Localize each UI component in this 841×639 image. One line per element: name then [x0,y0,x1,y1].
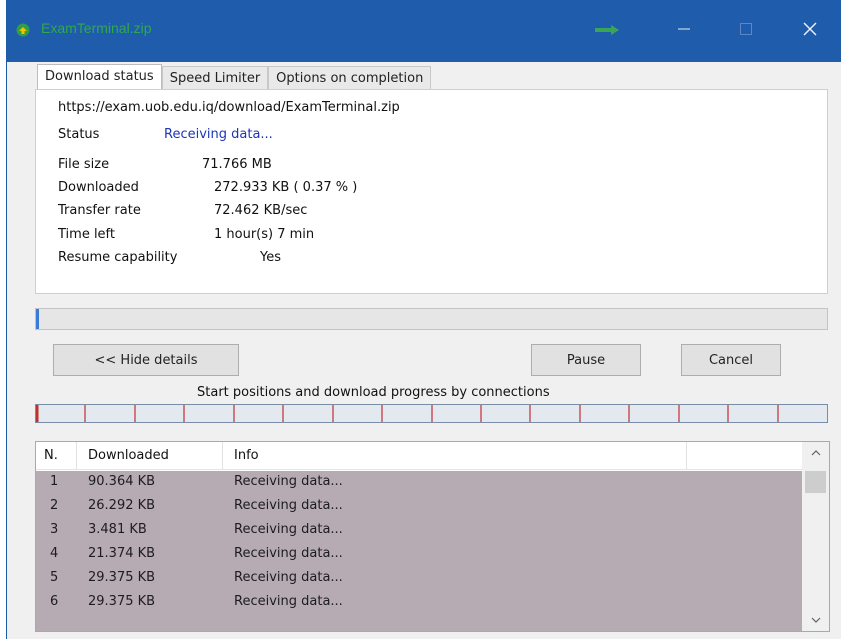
header-separator [686,442,687,470]
file-size-label: File size [58,157,110,172]
download-url: https://exam.uob.edu.iq/download/ExamTer… [58,100,400,115]
window-title: ExamTerminal.zip [41,20,152,36]
row-info: Receiving data... [234,522,343,537]
header-separator [76,442,77,470]
tab-strip: Download status Speed Limiter Options on… [37,64,432,92]
row-downloaded: 26.292 KB [88,498,156,513]
row-downloaded: 21.374 KB [88,546,156,561]
header-separator [222,442,223,470]
minimize-icon [678,28,690,30]
cancel-button[interactable]: Cancel [681,344,781,376]
list-row[interactable]: 5 29.375 KB Receiving data... [36,567,802,591]
file-size-value: 71.766 MB [202,157,272,172]
header-downloaded[interactable]: Downloaded [88,448,169,463]
list-row[interactable]: 3 3.481 KB Receiving data... [36,519,802,543]
maximize-icon [740,23,752,35]
row-number: 2 [50,498,59,513]
row-info: Receiving data... [234,546,343,561]
tab-download-status[interactable]: Download status [37,64,162,91]
time-left-value: 1 hour(s) 7 min [214,227,315,242]
row-info: Receiving data... [234,594,343,609]
status-label: Status [58,127,100,142]
connections-progress-bar [35,404,828,423]
browser-extension-icon[interactable] [595,23,621,37]
pause-button[interactable]: Pause [531,344,641,376]
download-window: ExamTerminal.zip Download status Speed L… [6,0,841,639]
hide-details-button[interactable]: << Hide details [53,344,239,376]
time-left-label: Time left [58,227,116,242]
list-row[interactable]: 1 90.364 KB Receiving data... [36,471,802,495]
row-number: 1 [50,474,59,489]
list-rows: 1 90.364 KB Receiving data... 2 26.292 K… [36,471,802,631]
list-header: N. Downloaded Info [36,442,802,470]
connections-list: N. Downloaded Info 1 90.364 KB Receiving… [35,441,830,632]
minimize-button[interactable] [667,14,701,44]
title-bar[interactable]: ExamTerminal.zip [7,0,841,62]
chevron-up-icon [811,450,820,456]
row-number: 4 [50,546,59,561]
connections-caption: Start positions and download progress by… [197,385,550,400]
connections-markers [36,405,779,422]
row-downloaded: 29.375 KB [88,594,156,609]
row-info: Receiving data... [234,474,343,489]
scroll-thumb[interactable] [805,471,826,493]
maximize-button[interactable] [729,14,763,44]
row-downloaded: 3.481 KB [88,522,147,537]
transfer-rate-label: Transfer rate [58,203,141,218]
idm-app-icon [16,23,30,37]
scroll-up-button[interactable] [802,442,829,464]
scroll-down-button[interactable] [802,609,829,631]
row-info: Receiving data... [234,570,343,585]
row-number: 6 [50,594,59,609]
chevron-down-icon [811,617,820,623]
downloaded-value: 272.933 KB ( 0.37 % ) [214,180,358,195]
list-scrollbar[interactable] [802,442,829,631]
list-row[interactable]: 4 21.374 KB Receiving data... [36,543,802,567]
row-downloaded: 90.364 KB [88,474,156,489]
resume-capability-value: Yes [260,250,281,265]
row-number: 3 [50,522,59,537]
row-number: 5 [50,570,59,585]
downloaded-label: Downloaded [58,180,139,195]
overall-progress-fill [36,309,39,329]
row-info: Receiving data... [234,498,343,513]
list-row[interactable]: 6 29.375 KB Receiving data... [36,591,802,615]
status-value: Receiving data... [164,127,273,142]
download-status-panel: https://exam.uob.edu.iq/download/ExamTer… [35,89,828,294]
transfer-rate-value: 72.462 KB/sec [214,203,308,218]
resume-capability-label: Resume capability [58,250,178,265]
close-icon [803,22,817,36]
row-downloaded: 29.375 KB [88,570,156,585]
header-number[interactable]: N. [44,448,58,463]
header-info[interactable]: Info [234,448,259,463]
overall-progress-bar [35,308,828,330]
list-row[interactable]: 2 26.292 KB Receiving data... [36,495,802,519]
close-button[interactable] [793,14,827,44]
